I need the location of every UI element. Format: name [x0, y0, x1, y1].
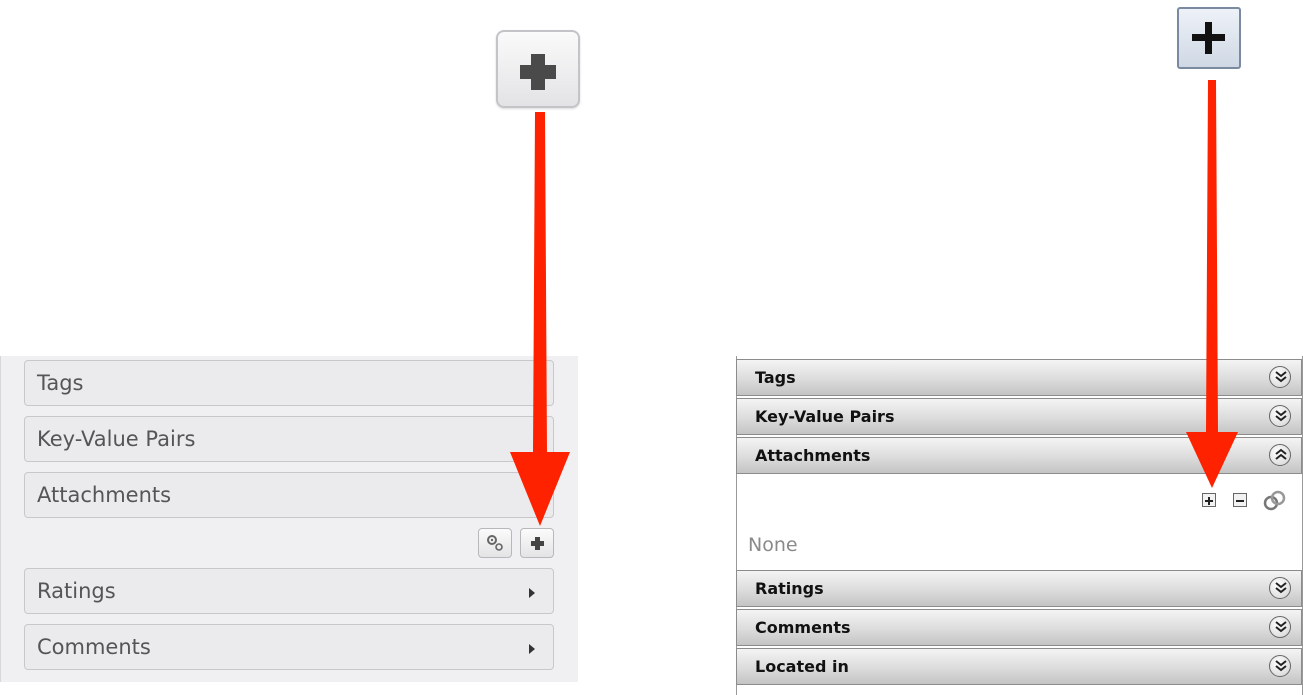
gears-icon: [487, 535, 503, 551]
section-label: Ratings: [37, 579, 116, 603]
section-label: Key-Value Pairs: [37, 427, 196, 451]
section-label: Located in: [755, 657, 849, 676]
add-icon: [1205, 497, 1213, 505]
section-located-in[interactable]: Located in: [736, 648, 1302, 685]
chevron-double-down-icon[interactable]: [1269, 655, 1291, 677]
chevron-double-down-icon[interactable]: [1269, 405, 1291, 427]
section-label: Comments: [755, 618, 851, 637]
link-icon[interactable]: [1262, 489, 1288, 513]
attachments-empty-text: None: [748, 534, 798, 556]
remove-attachment-button[interactable]: [1233, 493, 1247, 507]
section-ratings[interactable]: Ratings: [736, 570, 1302, 607]
plus-icon: [1192, 22, 1225, 54]
triangle-right-icon: [529, 588, 535, 598]
chevron-double-down-icon[interactable]: [1269, 616, 1291, 638]
section-label: Tags: [755, 368, 796, 387]
attachment-add-button[interactable]: [520, 528, 554, 558]
zoomed-add-button-left: [496, 30, 580, 108]
section-key-value-pairs[interactable]: Key-Value Pairs: [24, 416, 554, 462]
section-ratings[interactable]: Ratings: [24, 568, 554, 614]
add-attachment-button[interactable]: [1202, 493, 1216, 507]
plus-icon: [531, 537, 544, 550]
section-label: Tags: [37, 371, 84, 395]
section-label: Attachments: [37, 483, 172, 507]
section-label: Attachments: [755, 446, 871, 465]
section-comments[interactable]: Comments: [24, 624, 554, 670]
chevron-double-down-icon[interactable]: [1269, 577, 1291, 599]
chevron-double-up-icon[interactable]: [1269, 444, 1291, 466]
triangle-right-icon: [529, 644, 535, 654]
section-comments[interactable]: Comments: [736, 609, 1302, 646]
section-label: Key-Value Pairs: [755, 407, 895, 426]
remove-icon: [1236, 500, 1244, 502]
chevron-double-down-icon[interactable]: [1269, 366, 1291, 388]
attachment-settings-button[interactable]: [478, 528, 512, 558]
section-attachments[interactable]: Attachments: [24, 472, 554, 518]
red-arrow-left: [510, 112, 570, 526]
section-tags[interactable]: Tags: [24, 360, 554, 406]
red-arrow-right: [1186, 80, 1238, 488]
zoomed-add-button-right: [1177, 7, 1241, 69]
section-label: Ratings: [755, 579, 824, 598]
section-label: Comments: [37, 635, 151, 659]
plus-icon: [520, 54, 556, 90]
